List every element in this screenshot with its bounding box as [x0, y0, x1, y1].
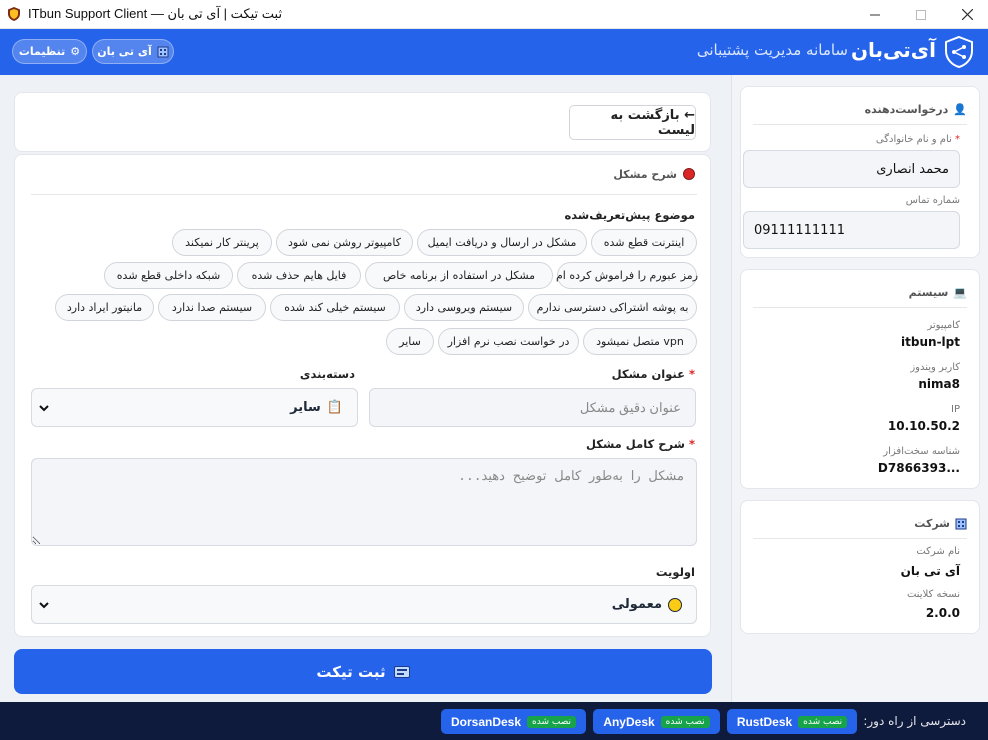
windows-user-label: کاربر ویندوز — [910, 362, 960, 373]
preset-chip[interactable]: اینترنت قطع شده — [591, 229, 697, 256]
ip-value: 10.10.50.2 — [887, 419, 960, 433]
name-label: * نام و نام خانوادگی — [875, 134, 960, 145]
description-textarea[interactable] — [31, 458, 697, 546]
laptop-icon: 💻 — [953, 286, 967, 299]
company-card: شرکت نام شرکت آی تی بان نسخه کلاینت 2.0.… — [740, 500, 980, 634]
app-header: آی‌تی‌بان سامانه مدیریت پشتیبانی ⚙ تنظیم… — [0, 29, 988, 75]
phone-field[interactable]: 09111111111 — [743, 211, 960, 249]
priority-value: معمولی — [612, 586, 682, 623]
chevron-down-icon — [39, 404, 49, 411]
hwid-value: D7866393... — [877, 461, 960, 475]
brand-subtitle: سامانه مدیریت پشتیبانی — [696, 41, 848, 59]
requester-card: 👤 درخواست‌دهنده * نام و نام خانوادگی محم… — [740, 86, 980, 258]
submit-label: ثبت تیکت — [316, 662, 386, 681]
preset-chip[interactable]: شبکه داخلی قطع شده — [104, 262, 233, 289]
category-select[interactable]: 📋 سایر — [31, 388, 358, 427]
maximize-icon — [916, 9, 926, 20]
brand-name: آی‌تی‌بان — [850, 38, 936, 62]
computer-label: کامپیوتر — [927, 320, 960, 331]
preset-chip[interactable]: سیستم ویروسی دارد — [404, 294, 524, 321]
hwid-label: شناسه سخت‌افزار — [883, 446, 960, 457]
priority-select[interactable]: معمولی — [31, 585, 697, 624]
name-field[interactable]: محمد انصاری — [743, 150, 960, 188]
submit-ticket-button[interactable]: ثبت تیکت — [14, 649, 712, 694]
preset-chip[interactable]: سایر — [386, 328, 434, 355]
tool-name: AnyDesk — [603, 714, 655, 729]
preset-chip[interactable]: فایل هایم حذف شده — [237, 262, 361, 289]
preset-chip[interactable]: کامپیوتر روشن نمی شود — [276, 229, 413, 256]
client-version-label: نسخه کلاینت — [906, 589, 960, 600]
company-name-value: آی تی بان — [900, 564, 960, 578]
preset-chip[interactable]: پرینتر کار نمیکند — [172, 229, 272, 256]
priority-label: اولویت — [655, 565, 695, 579]
form-toolbar-card: ← بازگشت به لیست — [14, 92, 711, 152]
dorsandesk-button[interactable]: DorsanDesk نصب شده — [441, 709, 586, 734]
ticket-form-card: شرح مشکل موضوع پیش‌تعریف‌شده اینترنت قطع… — [14, 154, 711, 637]
tool-name: DorsanDesk — [450, 714, 522, 729]
company-button[interactable]: آی تی بان — [92, 39, 174, 64]
close-button[interactable] — [944, 0, 988, 29]
ticket-icon — [393, 665, 410, 678]
company-label: آی تی بان — [97, 45, 152, 58]
preset-chip[interactable]: vpn متصل نمیشود — [583, 328, 697, 355]
preset-chip[interactable]: مشکل در ارسال و دریافت ایمیل — [417, 229, 587, 256]
anydesk-button[interactable]: AnyDesk نصب شده — [593, 709, 720, 734]
gear-icon: ⚙ — [70, 45, 81, 58]
ip-label: IP — [951, 404, 960, 415]
chevron-down-icon — [39, 601, 49, 608]
minimize-button[interactable] — [852, 0, 898, 29]
system-header: 💻 سیستم — [753, 278, 967, 308]
section-title: شرح مشکل — [613, 168, 677, 181]
preset-chip[interactable]: مانیتور ایراد دارد — [55, 294, 154, 321]
windows-user-value: nima8 — [918, 377, 960, 391]
category-value: 📋 سایر — [290, 400, 343, 415]
maximize-button[interactable] — [898, 0, 944, 29]
system-card: 💻 سیستم کامپیوتر itbun-lpt کاربر ویندوز … — [740, 269, 980, 489]
preset-chip[interactable]: مشکل در استفاده از برنامه خاص — [365, 262, 553, 289]
user-icon: 👤 — [953, 103, 967, 116]
remote-access-footer: دسترسی از راه دور: RustDesk نصب شده AnyD… — [0, 702, 988, 740]
title-label: * عنوان مشکل — [611, 367, 695, 381]
settings-button[interactable]: ⚙ تنظیمات — [12, 39, 87, 64]
title-input[interactable] — [369, 388, 696, 427]
info-sidebar: 👤 درخواست‌دهنده * نام و نام خانوادگی محم… — [731, 75, 988, 702]
tool-name: RustDesk — [736, 714, 793, 729]
rustdesk-button[interactable]: RustDesk نصب شده — [727, 709, 857, 734]
settings-label: تنظیمات — [18, 45, 66, 58]
minimize-icon — [870, 14, 880, 15]
installed-badge: نصب شده — [798, 715, 848, 728]
client-version-value: 2.0.0 — [925, 606, 960, 620]
remote-access-label: دسترسی از راه دور: — [863, 714, 966, 728]
window-titlebar: ITbun Support Client — ثبت تیکت | آی تی … — [0, 0, 988, 29]
section-header: شرح مشکل — [31, 165, 697, 195]
preset-chip[interactable]: به پوشه اشتراکی دسترسی ندارم — [528, 294, 697, 321]
preset-chip[interactable]: رمز عبورم را فراموش کرده ام — [556, 262, 698, 289]
computer-value: itbun-lpt — [901, 335, 960, 349]
phone-label: شماره تماس — [905, 195, 960, 206]
preset-chip[interactable]: سیستم صدا ندارد — [158, 294, 266, 321]
requester-header: 👤 درخواست‌دهنده — [753, 95, 967, 125]
building-icon — [955, 518, 967, 529]
preset-chip[interactable]: سیستم خیلی کند شده — [270, 294, 400, 321]
red-circle-icon — [683, 168, 695, 180]
preset-chip[interactable]: در خواست نصب نرم افزار — [438, 328, 579, 355]
yellow-circle-icon — [668, 597, 682, 612]
app-shield-icon — [8, 7, 20, 21]
clipboard-icon: 📋 — [326, 400, 343, 415]
description-label: * شرح کامل مشکل — [586, 437, 695, 451]
company-header: شرکت — [753, 509, 967, 539]
installed-badge: نصب شده — [527, 715, 577, 728]
building-icon — [157, 46, 169, 57]
back-to-list-button[interactable]: ← بازگشت به لیست — [569, 105, 696, 140]
installed-badge: نصب شده — [660, 715, 710, 728]
window-title: ITbun Support Client — ثبت تیکت | آی تی … — [28, 6, 283, 21]
company-name-label: نام شرکت — [916, 546, 960, 557]
presets-label: موضوع پیش‌تعریف‌شده — [564, 208, 696, 222]
shield-logo-icon — [945, 35, 973, 69]
close-icon — [961, 9, 973, 20]
category-label: دسته‌بندی — [299, 367, 355, 381]
